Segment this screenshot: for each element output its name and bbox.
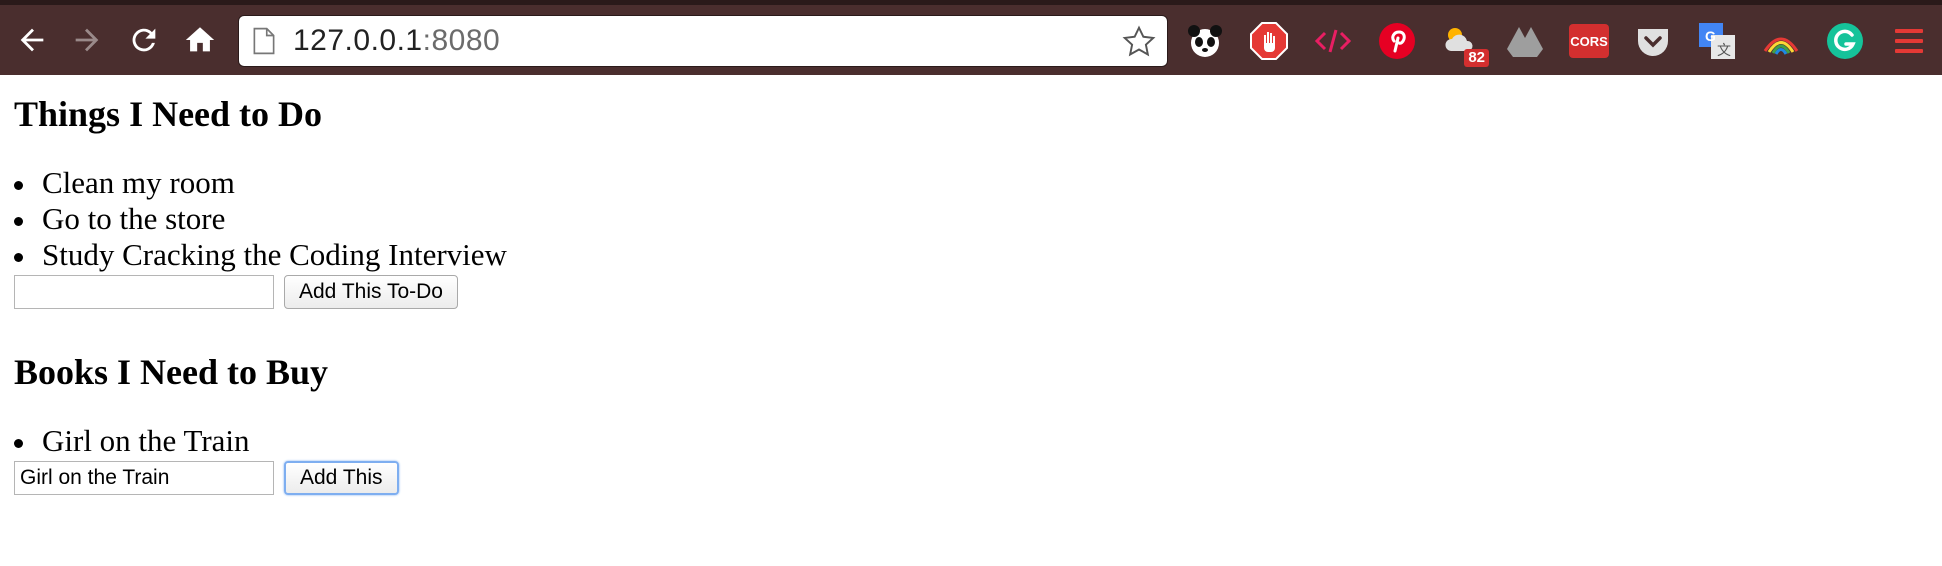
forward-arrow-icon [75,28,99,52]
url-port: :8080 [422,24,501,57]
weather-badge: 82 [1464,49,1489,67]
code-icon[interactable] [1311,19,1355,63]
google-translate-icon[interactable]: G文 [1695,19,1739,63]
cors-label: CORS [1569,24,1609,58]
stop-hand-icon[interactable] [1247,19,1291,63]
url-text: 127.0.0.1:8080 [293,24,500,58]
cors-icon[interactable]: CORS [1567,19,1611,63]
pinterest-icon[interactable] [1375,19,1419,63]
forward-button[interactable] [67,20,107,60]
rainbow-icon[interactable] [1759,19,1803,63]
home-icon [185,27,215,52]
reload-icon [132,28,156,52]
todo-item: Clean my room [14,165,1914,201]
back-arrow-icon [20,28,44,52]
svg-text:G: G [1705,28,1716,44]
extension-icons: 82 CORS G文 [1183,19,1942,67]
pocket-icon[interactable] [1631,19,1675,63]
google-drive-icon[interactable] [1503,19,1547,63]
todo-list: Clean my room Go to the store Study Crac… [14,165,1914,273]
bookmark-star-icon[interactable] [1121,24,1157,60]
todo-form: Add This To-Do [14,275,1914,309]
add-todo-button[interactable]: Add This To-Do [284,275,458,309]
book-form: Add This [14,461,1914,495]
browser-toolbar: 127.0.0.1:8080 82 CORS G 文 [0,0,1942,75]
address-bar[interactable]: 127.0.0.1:8080 [238,15,1168,67]
page-icon [253,27,275,55]
book-input[interactable] [14,461,274,495]
add-book-button[interactable]: Add This [284,461,399,495]
page-content: Things I Need to Do Clean my room Go to … [14,75,1914,495]
todo-section: Things I Need to Do Clean my room Go to … [14,93,1914,309]
todo-heading: Things I Need to Do [14,94,323,134]
books-section: Books I Need to Buy Girl on the Train Ad… [14,351,1914,495]
books-heading: Books I Need to Buy [14,352,329,392]
todo-item: Study Cracking the Coding Interview [14,237,1914,273]
grammarly-icon[interactable] [1823,19,1867,63]
svg-text:文: 文 [1717,43,1731,59]
panda-icon[interactable] [1183,19,1227,63]
back-button[interactable] [12,20,52,60]
todo-input[interactable] [14,275,274,309]
books-list: Girl on the Train [14,423,1914,459]
weather-icon[interactable]: 82 [1439,19,1489,67]
url-host: 127.0.0.1 [293,24,423,57]
todo-item: Go to the store [14,201,1914,237]
book-item: Girl on the Train [14,423,1914,459]
reload-button[interactable] [124,20,164,60]
chrome-menu-icon[interactable] [1887,19,1931,63]
home-button[interactable] [180,20,220,60]
